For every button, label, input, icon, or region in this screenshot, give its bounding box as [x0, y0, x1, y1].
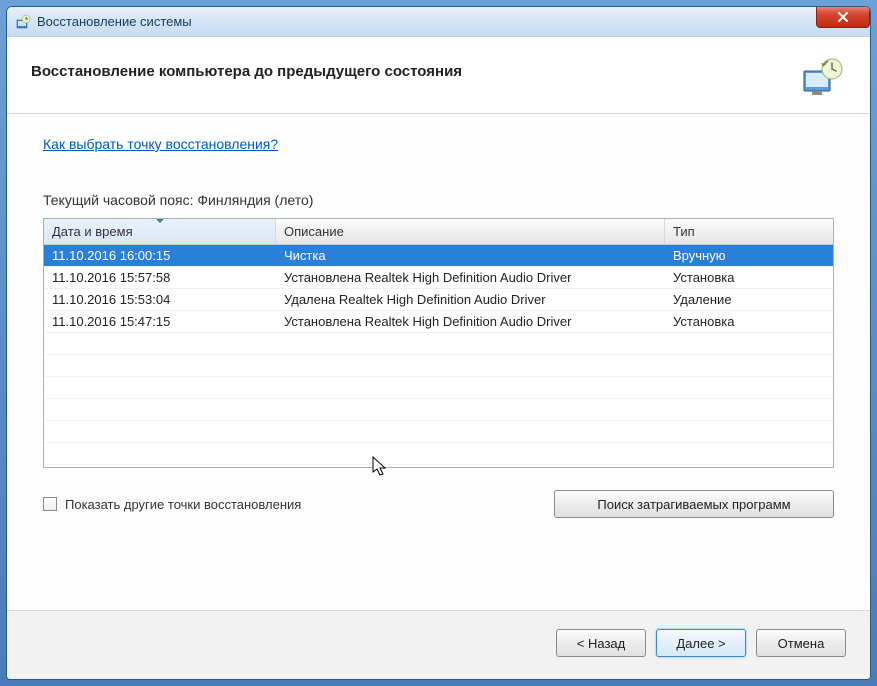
cell-date: 11.10.2016 15:47:15 [44, 312, 276, 331]
table-row-empty [44, 399, 833, 421]
cell-description: Удалена Realtek High Definition Audio Dr… [276, 290, 665, 309]
restore-points-table: Дата и время Описание Тип 11.10.2016 16:… [43, 218, 834, 468]
system-restore-window: Восстановление системы Восстановление ко… [6, 6, 871, 680]
table-row-empty [44, 421, 833, 443]
footer-buttons: < Назад Далее > Отмена [7, 610, 870, 679]
table-row[interactable]: 11.10.2016 16:00:15ЧисткаВручную [44, 245, 833, 267]
header-section: Восстановление компьютера до предыдущего… [7, 37, 870, 114]
cell-type: Установка [665, 312, 833, 331]
close-button[interactable] [816, 6, 870, 28]
column-header-description[interactable]: Описание [276, 219, 665, 244]
show-more-checkbox-label: Показать другие точки восстановления [65, 497, 301, 512]
cell-description: Установлена Realtek High Definition Audi… [276, 268, 665, 287]
cell-date: 11.10.2016 15:57:58 [44, 268, 276, 287]
app-icon [15, 14, 31, 30]
table-row[interactable]: 11.10.2016 15:53:04Удалена Realtek High … [44, 289, 833, 311]
scan-affected-programs-button[interactable]: Поиск затрагиваемых программ [554, 490, 834, 518]
table-row[interactable]: 11.10.2016 15:57:58Установлена Realtek H… [44, 267, 833, 289]
table-header: Дата и время Описание Тип [44, 219, 833, 245]
below-table-controls: Показать другие точки восстановления Пои… [43, 490, 834, 518]
cell-type: Установка [665, 268, 833, 287]
show-more-checkbox[interactable] [43, 497, 57, 511]
page-title: Восстановление компьютера до предыдущего… [31, 63, 462, 80]
table-row-empty [44, 443, 833, 465]
show-more-checkbox-row: Показать другие точки восстановления [43, 497, 301, 512]
restore-icon [798, 57, 846, 97]
cell-description: Чистка [276, 246, 665, 265]
column-header-type[interactable]: Тип [665, 219, 833, 244]
next-button[interactable]: Далее > [656, 629, 746, 657]
table-row-empty [44, 355, 833, 377]
cancel-button[interactable]: Отмена [756, 629, 846, 657]
column-header-type-label: Тип [673, 224, 695, 239]
cell-date: 11.10.2016 15:53:04 [44, 290, 276, 309]
table-row[interactable]: 11.10.2016 15:47:15Установлена Realtek H… [44, 311, 833, 333]
content-area: Как выбрать точку восстановления? Текущи… [7, 114, 870, 610]
cell-type: Удаление [665, 290, 833, 309]
window-title: Восстановление системы [37, 14, 192, 29]
column-header-date[interactable]: Дата и время [44, 219, 276, 244]
table-body: 11.10.2016 16:00:15ЧисткаВручную11.10.20… [44, 245, 833, 465]
table-row-empty [44, 333, 833, 355]
cell-type: Вручную [665, 246, 833, 265]
table-row-empty [44, 377, 833, 399]
timezone-label: Текущий часовой пояс: Финляндия (лето) [43, 192, 834, 208]
help-link[interactable]: Как выбрать точку восстановления? [43, 136, 834, 152]
back-button[interactable]: < Назад [556, 629, 646, 657]
cell-date: 11.10.2016 16:00:15 [44, 246, 276, 265]
sort-indicator-icon [156, 219, 164, 223]
column-header-date-label: Дата и время [52, 224, 133, 239]
cell-description: Установлена Realtek High Definition Audi… [276, 312, 665, 331]
column-header-description-label: Описание [284, 224, 344, 239]
titlebar: Восстановление системы [7, 7, 870, 37]
